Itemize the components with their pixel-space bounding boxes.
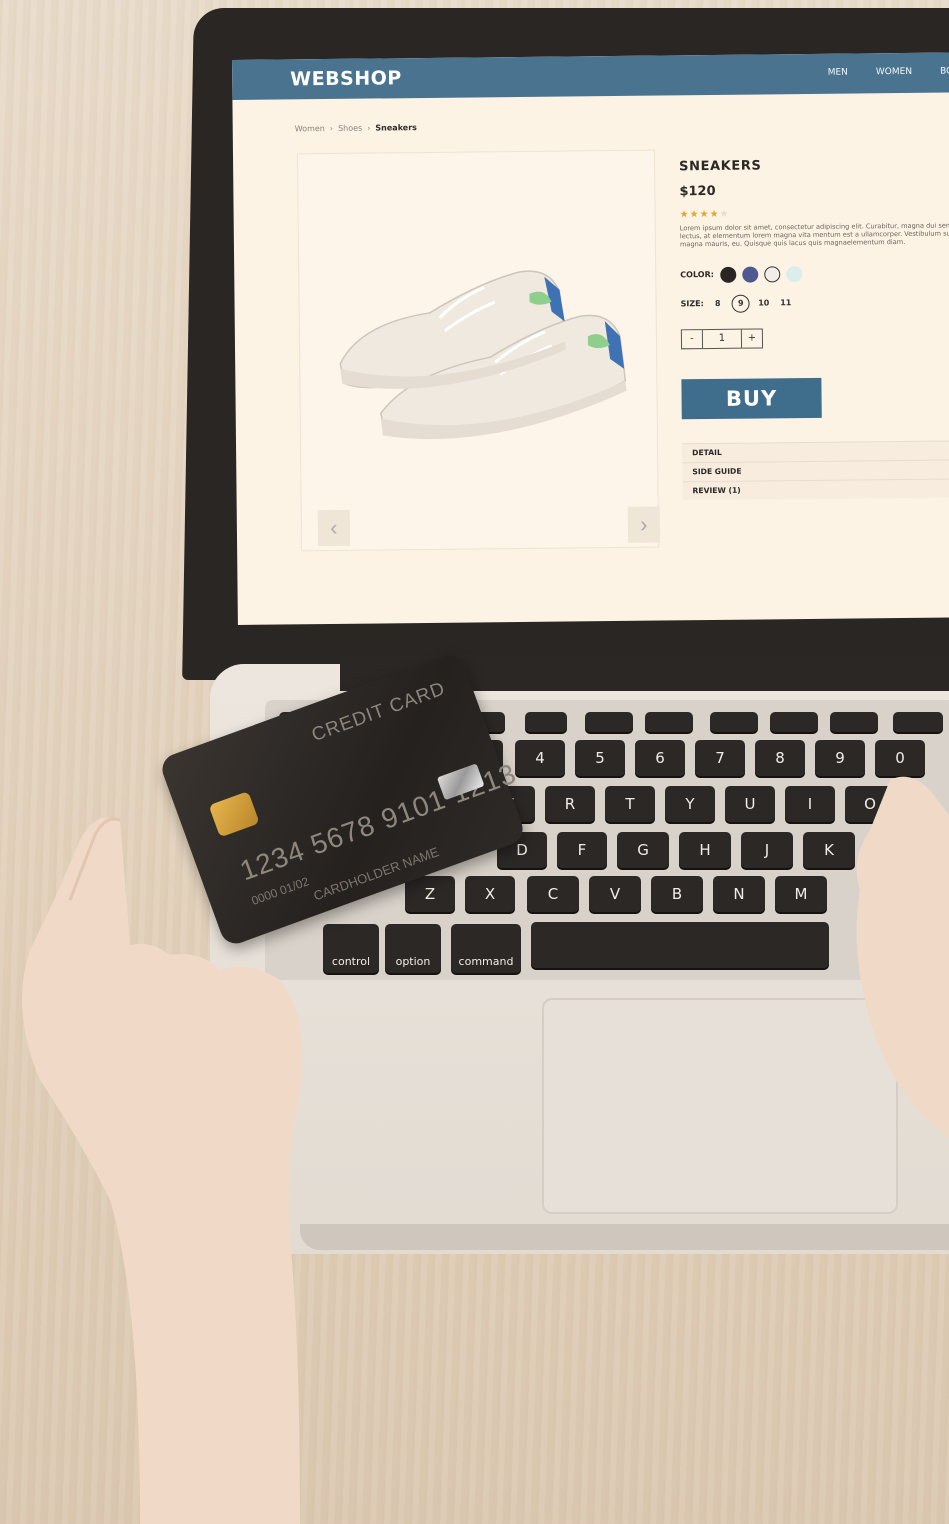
laptop-screen: WEBSHOP MEN WOMEN BOY Women › Shoes › Sn… — [232, 52, 949, 625]
quantity-increase-button[interactable]: + — [740, 328, 764, 349]
star-icon: ★ — [679, 209, 690, 221]
key-r[interactable]: R — [545, 786, 595, 822]
key-t[interactable]: T — [605, 786, 655, 822]
color-swatch-black[interactable] — [719, 266, 737, 283]
laptop-front-edge — [300, 1224, 949, 1250]
key-j[interactable]: J — [741, 832, 793, 868]
star-rating[interactable]: ★★★★★ — [679, 206, 949, 221]
size-option-8[interactable]: 8 — [710, 295, 726, 311]
key-5[interactable]: 5 — [575, 740, 625, 776]
key-n[interactable]: N — [713, 876, 765, 912]
nav-links: MEN WOMEN BOY — [828, 66, 949, 77]
size-option-10[interactable]: 10 — [756, 295, 772, 311]
star-empty-icon: ★ — [719, 208, 730, 220]
color-label: COLOR: — [680, 270, 714, 280]
key-4[interactable]: 4 — [515, 740, 565, 776]
color-swatch-white[interactable] — [763, 265, 781, 283]
size-option-11[interactable]: 11 — [778, 295, 794, 311]
left-hand — [22, 817, 303, 1524]
key-7[interactable]: 7 — [695, 740, 745, 776]
product-accordion: DETAIL SIDE GUIDE REVIEW (1) — [682, 439, 949, 500]
sneakers-image — [339, 270, 627, 440]
key-f9[interactable] — [893, 712, 943, 732]
product-price: $120 — [679, 183, 716, 200]
breadcrumb-separator-icon: › — [367, 123, 371, 133]
breadcrumb-sneakers: Sneakers — [375, 123, 417, 133]
chevron-right-icon: › — [640, 511, 648, 537]
quantity-value[interactable]: 1 — [702, 328, 742, 349]
color-swatch-navy[interactable] — [741, 266, 759, 283]
breadcrumb: Women › Shoes › Sneakers — [295, 123, 417, 133]
chevron-left-icon: ‹ — [330, 514, 338, 540]
key-v[interactable]: V — [589, 876, 641, 912]
key-f7[interactable] — [770, 712, 818, 732]
shop-logo[interactable]: WEBSHOP — [290, 67, 402, 90]
breadcrumb-separator-icon: › — [329, 123, 334, 133]
right-hand — [856, 776, 949, 1139]
product-gallery: ‹ › — [296, 149, 661, 552]
key-g[interactable]: G — [617, 832, 669, 868]
key-u[interactable]: U — [725, 786, 775, 822]
star-icon: ★ — [709, 208, 720, 221]
key-f3[interactable] — [525, 712, 567, 732]
breadcrumb-shoes[interactable]: Shoes — [338, 124, 362, 133]
key-6[interactable]: 6 — [635, 740, 685, 776]
key-h[interactable]: H — [679, 832, 731, 868]
buy-button[interactable]: BUY — [681, 377, 822, 419]
color-selector: COLOR: — [680, 264, 949, 283]
product-description: Lorem ipsum dolor sit amet, consectetur … — [679, 221, 949, 249]
breadcrumb-women[interactable]: Women — [295, 124, 325, 133]
key-option[interactable]: option — [385, 924, 441, 973]
product-info: SNEAKERS $120 ★★★★★ Lorem ipsum dolor si… — [679, 156, 949, 500]
star-icon: ★ — [699, 209, 710, 221]
key-z[interactable]: Z — [405, 876, 455, 912]
size-selector: SIZE: 8 9 10 11 — [680, 292, 949, 313]
key-f4[interactable] — [585, 712, 633, 732]
nav-link-men[interactable]: MEN — [828, 68, 848, 78]
key-i[interactable]: I — [785, 786, 835, 822]
color-swatch-mint[interactable] — [785, 265, 803, 282]
star-icon: ★ — [689, 209, 700, 221]
quantity-stepper: - 1 + — [680, 326, 949, 349]
key-c[interactable]: C — [527, 876, 579, 912]
key-y[interactable]: Y — [665, 786, 715, 822]
quantity-decrease-button[interactable]: - — [680, 328, 704, 349]
nav-link-boy[interactable]: BOY — [940, 66, 949, 76]
gallery-next-button[interactable]: › — [627, 506, 661, 543]
key-space[interactable] — [531, 922, 829, 968]
size-label: SIZE: — [680, 299, 704, 309]
nav-link-women[interactable]: WOMEN — [876, 67, 912, 77]
accordion-review[interactable]: REVIEW (1) — [682, 477, 949, 500]
key-f5[interactable] — [645, 712, 693, 732]
key-command[interactable]: command — [451, 924, 521, 973]
key-x[interactable]: X — [465, 876, 515, 912]
shop-navbar: WEBSHOP MEN WOMEN BOY — [232, 52, 949, 100]
product-title: SNEAKERS — [679, 158, 762, 175]
key-m[interactable]: M — [775, 876, 827, 912]
key-b[interactable]: B — [651, 876, 703, 912]
key-f6[interactable] — [710, 712, 758, 732]
size-option-9[interactable]: 9 — [731, 294, 750, 313]
key-control[interactable]: control — [323, 924, 379, 973]
gallery-prev-button[interactable]: ‹ — [317, 509, 351, 547]
key-f8[interactable] — [830, 712, 878, 732]
key-f[interactable]: F — [557, 832, 607, 868]
key-8[interactable]: 8 — [755, 740, 805, 776]
